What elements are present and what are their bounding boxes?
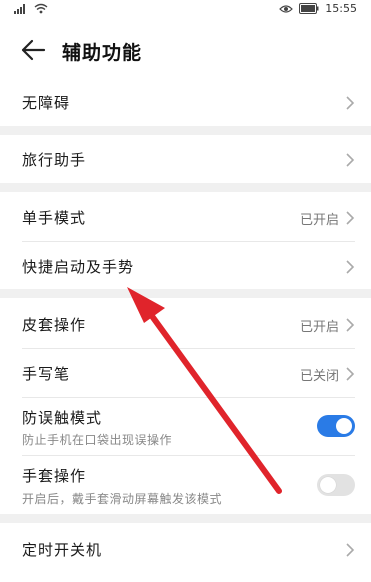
section-gap <box>0 514 371 523</box>
eye-comfort-icon <box>279 4 294 13</box>
setting-quick-launch-gestures[interactable]: 快捷启动及手势 <box>0 242 371 289</box>
setting-description: 开启后，戴手套滑动屏幕触发该模式 <box>22 492 223 506</box>
setting-status: 已开启 <box>299 320 339 335</box>
section-gap <box>0 183 371 192</box>
status-time: 15:55 <box>325 2 357 15</box>
toggle-knob <box>320 477 336 493</box>
setting-label: 旅行助手 <box>22 151 87 169</box>
setting-status: 已开启 <box>299 213 339 228</box>
setting-pocket-mode: 防误触模式 防止手机在口袋出现误操作 <box>0 398 371 454</box>
glove-mode-toggle[interactable] <box>317 474 355 496</box>
setting-label: 手写笔 <box>22 365 71 383</box>
setting-cover-operation[interactable]: 皮套操作 已开启 <box>0 298 371 348</box>
app-header: 辅助功能 <box>0 26 371 74</box>
wifi-icon <box>34 3 48 14</box>
setting-status: 已关闭 <box>299 369 339 384</box>
setting-label: 定时开关机 <box>22 541 103 559</box>
chevron-right-icon <box>346 260 355 274</box>
setting-accessibility[interactable]: 无障碍 <box>0 80 371 126</box>
status-bar: 15:55 <box>0 0 371 20</box>
setting-description: 防止手机在口袋出现误操作 <box>22 433 173 447</box>
chevron-right-icon <box>346 367 355 381</box>
chevron-right-icon <box>346 153 355 167</box>
battery-icon <box>299 3 319 14</box>
setting-label: 单手模式 <box>22 209 87 227</box>
back-arrow-icon[interactable] <box>20 38 46 62</box>
setting-label: 手套操作 <box>22 467 87 485</box>
chevron-right-icon <box>346 318 355 332</box>
setting-stylus[interactable]: 手写笔 已关闭 <box>0 349 371 397</box>
setting-travel-assistant[interactable]: 旅行助手 <box>0 135 371 183</box>
setting-label: 无障碍 <box>22 94 71 112</box>
setting-label: 快捷启动及手势 <box>22 258 135 276</box>
signal-icon <box>14 4 25 14</box>
page-title: 辅助功能 <box>62 42 143 64</box>
status-right: 15:55 <box>279 2 357 15</box>
setting-glove-mode: 手套操作 开启后，戴手套滑动屏幕触发该模式 <box>0 456 371 512</box>
toggle-knob <box>336 418 352 434</box>
setting-one-hand-mode[interactable]: 单手模式 已开启 <box>0 192 371 241</box>
chevron-right-icon <box>346 96 355 110</box>
setting-scheduled-power[interactable]: 定时开关机 <box>0 523 371 582</box>
status-left <box>14 3 48 14</box>
chevron-right-icon <box>346 543 355 557</box>
chevron-right-icon <box>346 211 355 225</box>
section-gap <box>0 126 371 135</box>
setting-label: 防误触模式 <box>22 409 103 427</box>
pocket-mode-toggle[interactable] <box>317 415 355 437</box>
section-gap <box>0 289 371 298</box>
setting-label: 皮套操作 <box>22 316 87 334</box>
